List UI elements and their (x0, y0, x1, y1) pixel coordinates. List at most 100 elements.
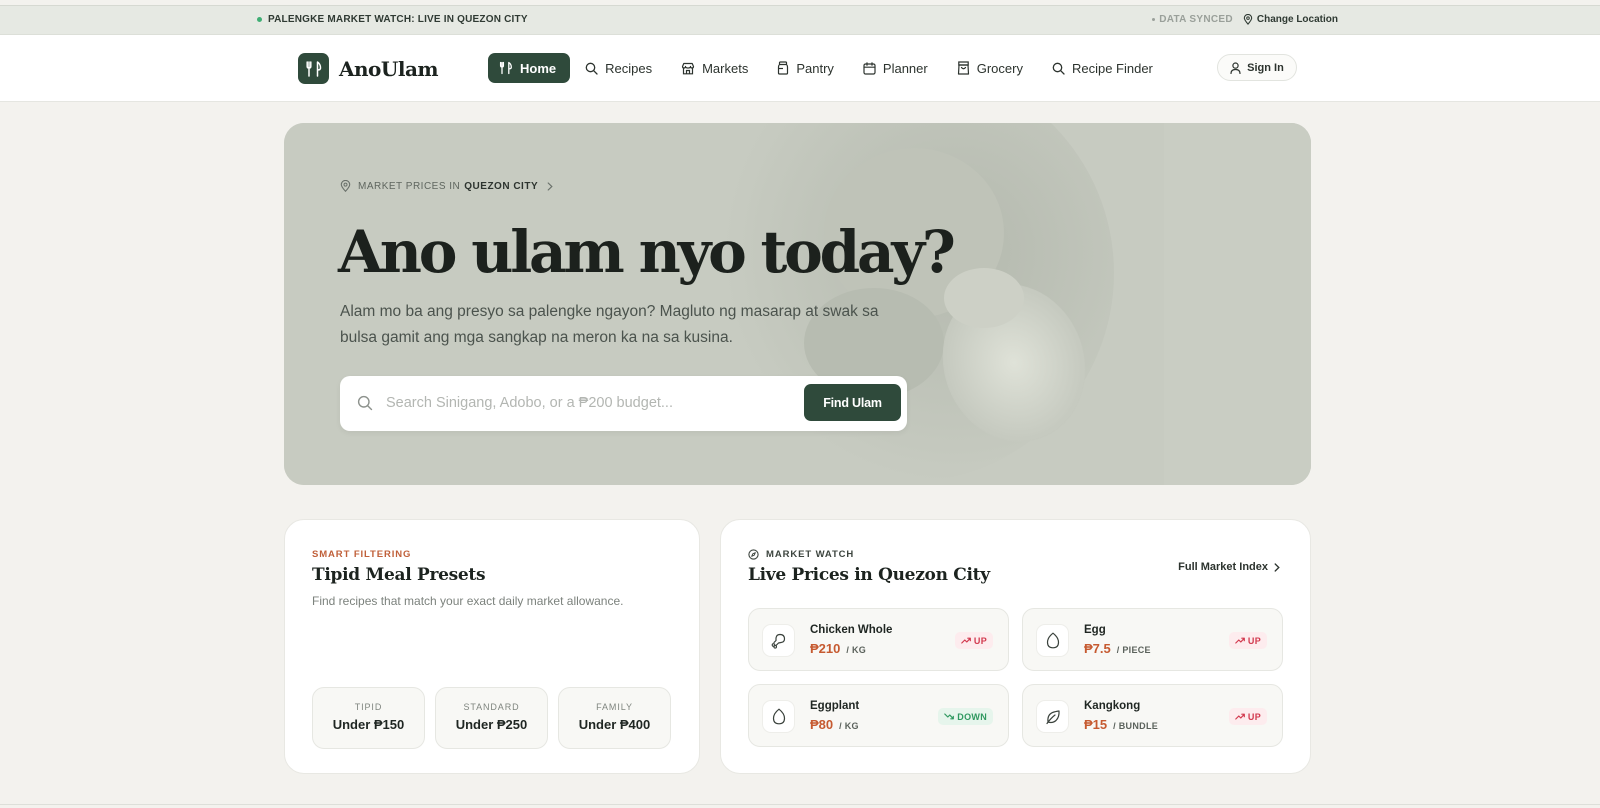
trend-badge-down: DOWN (938, 708, 993, 725)
map-pin-icon (340, 180, 351, 192)
trend-badge-up: UP (1228, 632, 1267, 649)
sign-in-button[interactable]: Sign In (1217, 54, 1297, 81)
utensils-icon (499, 61, 512, 75)
nav-label-recipe-finder: Recipe Finder (1071, 60, 1153, 76)
preset-value: Under ₱400 (578, 717, 651, 732)
sign-in-label: Sign In (1247, 61, 1284, 74)
nav-item-recipes[interactable]: Recipes (574, 53, 666, 83)
market-watch-eyebrow: MARKET WATCH (748, 549, 854, 560)
change-location-link[interactable]: Change Location (1243, 14, 1338, 25)
item-unit: / KG (846, 645, 867, 655)
search-icon (357, 395, 373, 411)
price-item-eggplant[interactable]: Eggplant ₱80 / KG DOWN (748, 684, 1009, 747)
presets-description: Find recipes that match your exact daily… (312, 594, 624, 608)
meal-presets-card: SMART FILTERING Tipid Meal Presets Find … (284, 519, 700, 774)
chevron-right-icon (1274, 562, 1280, 572)
nav-item-markets[interactable]: Markets (670, 53, 762, 83)
compass-icon (748, 549, 759, 560)
trend-label: UP (973, 635, 987, 646)
find-ulam-button[interactable]: Find Ulam (804, 384, 901, 421)
preset-label: TIPID (354, 702, 383, 712)
search-icon (585, 62, 598, 75)
item-price: ₱80 (810, 717, 834, 732)
trending-up-icon (1235, 713, 1245, 720)
egg-icon (1036, 624, 1069, 657)
synced-text: DATA SYNCED (1159, 14, 1233, 25)
preset-family-button[interactable]: FAMILY Under ₱400 (558, 687, 671, 749)
nav-label-markets: Markets (702, 60, 749, 76)
leaf-icon (1036, 700, 1069, 733)
nav-label-recipes: Recipes (605, 60, 653, 76)
item-price: ₱7.5 (1084, 641, 1111, 656)
trend-badge-up: UP (1228, 708, 1267, 725)
main-navbar: AnoUlam Home Recipes Markets Pantry Plan… (0, 35, 1600, 102)
location-city: QUEZON CITY (464, 180, 539, 192)
top-status-bar: PALENGKE MARKET WATCH: LIVE IN QUEZON CI… (0, 5, 1600, 35)
trend-badge-up: UP (954, 632, 993, 649)
hero-banner: MARKET PRICES IN QUEZON CITY Ano ulam ny… (284, 123, 1311, 485)
presets-title: Tipid Meal Presets (312, 565, 486, 585)
search-icon (1052, 62, 1065, 75)
item-price-line: ₱80 / KG (810, 717, 859, 732)
trending-up-icon (961, 637, 971, 644)
item-name: Chicken Whole (810, 624, 893, 636)
nav-item-planner[interactable]: Planner (852, 53, 942, 83)
market-watch-card: MARKET WATCH Live Prices in Quezon City … (720, 519, 1311, 774)
market-watch-title: Live Prices in Quezon City (748, 565, 990, 585)
brand-logo[interactable]: AnoUlam (298, 53, 439, 84)
nav-label-grocery: Grocery (976, 60, 1023, 76)
status-right: DATA SYNCED Change Location (1152, 14, 1338, 25)
store-icon (681, 62, 695, 74)
nav-menu: Home Recipes Markets Pantry Planner Groc… (488, 53, 1171, 83)
jar-icon (778, 61, 789, 75)
drumstick-icon (762, 624, 795, 657)
nav-label-pantry: Pantry (796, 60, 834, 76)
nav-item-pantry[interactable]: Pantry (766, 53, 848, 83)
trending-up-icon (1235, 637, 1245, 644)
page-bottom-divider (0, 804, 1600, 805)
preset-standard-button[interactable]: STANDARD Under ₱250 (435, 687, 548, 749)
item-name: Eggplant (810, 700, 860, 712)
shopping-bag-icon (957, 61, 969, 75)
full-market-index-label: Full Market Index (1178, 561, 1268, 573)
utensils-logo-icon (298, 53, 329, 84)
price-item-egg[interactable]: Egg ₱7.5 / PIECE UP (1022, 608, 1283, 671)
eggplant-icon (762, 700, 795, 733)
preset-tipid-button[interactable]: TIPID Under ₱150 (312, 687, 425, 749)
preset-value: Under ₱250 (455, 717, 528, 732)
trend-label: UP (1247, 635, 1261, 646)
item-price-line: ₱15 / BUNDLE (1084, 717, 1158, 732)
nav-item-home[interactable]: Home (488, 53, 571, 83)
recipe-search-input[interactable] (386, 390, 786, 416)
recipe-search-bar: Find Ulam (340, 376, 907, 431)
live-dot-icon (257, 17, 262, 22)
nav-label-home: Home (520, 60, 557, 76)
price-item-chicken[interactable]: Chicken Whole ₱210 / KG UP (748, 608, 1009, 671)
item-unit: / PIECE (1116, 645, 1151, 655)
hero-location-breadcrumb[interactable]: MARKET PRICES IN QUEZON CITY (340, 180, 553, 192)
calendar-icon (863, 61, 876, 75)
user-icon (1230, 61, 1241, 74)
item-price: ₱15 (1084, 717, 1108, 732)
item-name: Egg (1084, 624, 1106, 636)
nav-label-planner: Planner (882, 60, 928, 76)
trend-label: DOWN (957, 711, 987, 722)
nav-item-grocery[interactable]: Grocery (946, 53, 1037, 83)
hero-title: Ano ulam nyo today? (338, 218, 956, 286)
preset-list: TIPID Under ₱150 STANDARD Under ₱250 FAM… (312, 687, 681, 749)
item-price-line: ₱210 / KG (810, 641, 866, 656)
presets-eyebrow: SMART FILTERING (312, 549, 412, 560)
location-prefix: MARKET PRICES IN (358, 180, 461, 192)
chevron-right-icon (547, 181, 553, 191)
trend-label: UP (1247, 711, 1261, 722)
item-unit: / KG (839, 721, 859, 731)
brand-name: AnoUlam (339, 56, 439, 81)
full-market-index-link[interactable]: Full Market Index (1178, 561, 1280, 573)
hero-subtitle: Alam mo ba ang presyo sa palengke ngayon… (340, 303, 879, 346)
price-item-kangkong[interactable]: Kangkong ₱15 / BUNDLE UP (1022, 684, 1283, 747)
item-name: Kangkong (1084, 700, 1141, 712)
item-price-line: ₱7.5 / PIECE (1084, 641, 1151, 656)
market-watch-label: MARKET WATCH (766, 549, 855, 560)
nav-item-recipe-finder[interactable]: Recipe Finder (1041, 53, 1167, 83)
data-synced-status: DATA SYNCED (1152, 14, 1233, 25)
